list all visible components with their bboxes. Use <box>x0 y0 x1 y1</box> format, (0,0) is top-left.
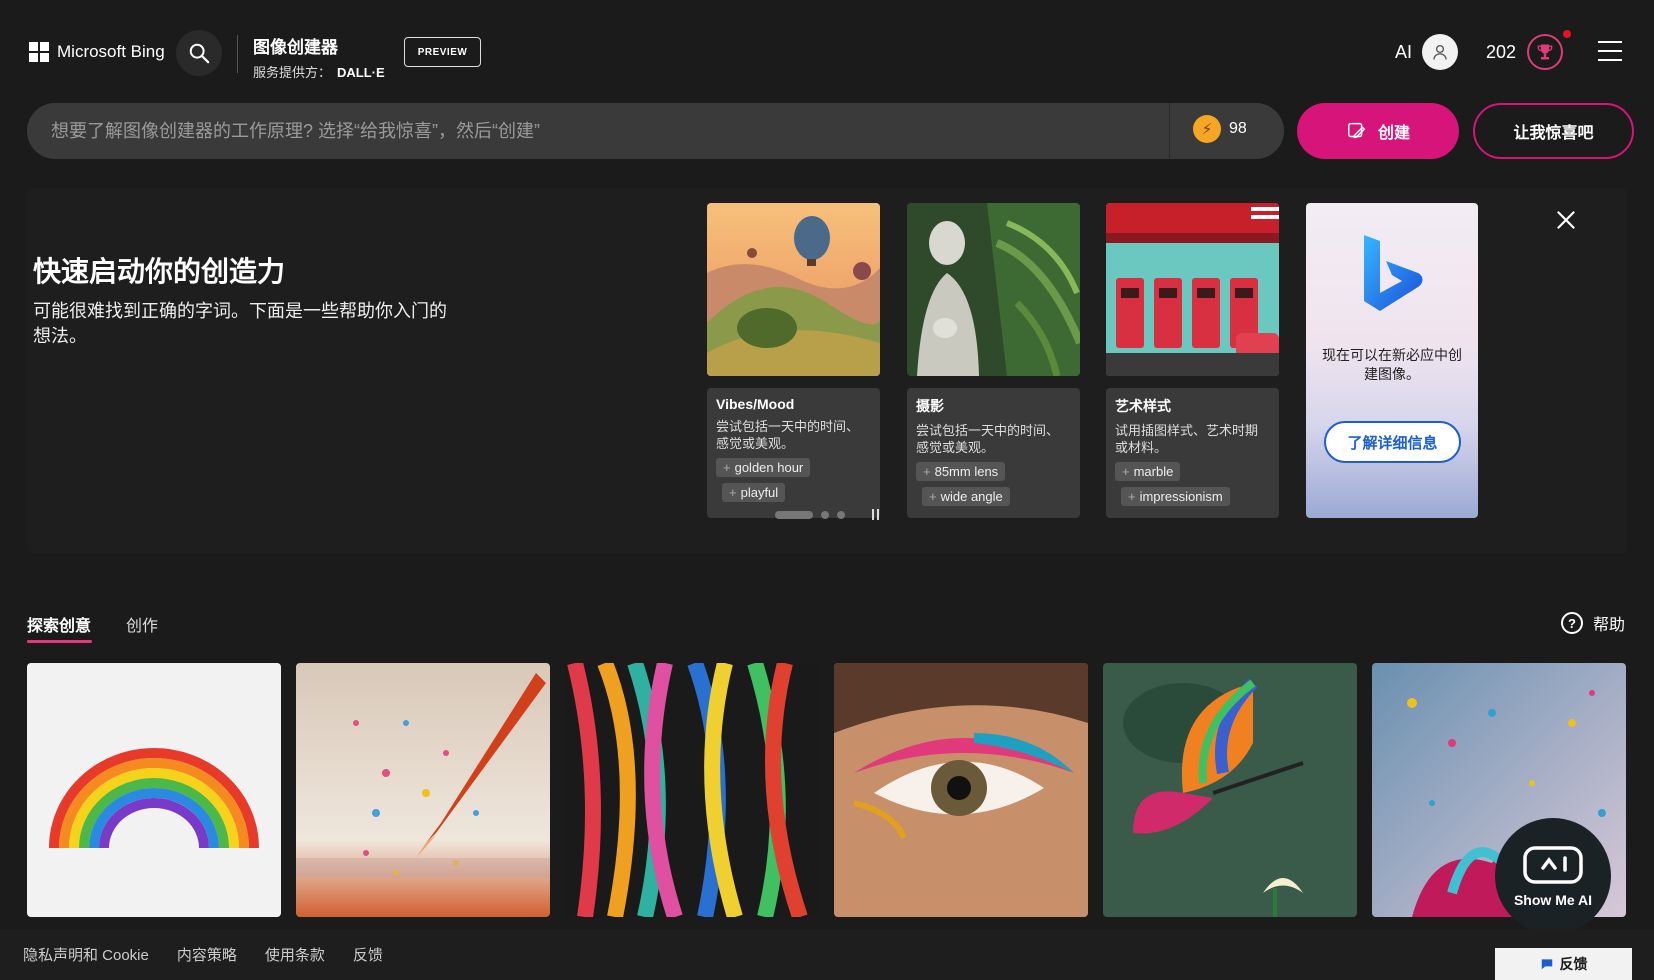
close-icon[interactable] <box>1553 207 1579 233</box>
user-icon <box>1433 44 1447 60</box>
logo-text: Microsoft Bing <box>57 42 165 61</box>
footer-link-privacy[interactable]: 隐私声明和 Cookie <box>23 944 149 965</box>
hamburger-menu-icon[interactable] <box>1598 41 1622 61</box>
ai-label: AI <box>1395 42 1413 62</box>
card-description: 试用插图样式、艺术时期或材料。 <box>1115 423 1259 455</box>
notification-dot <box>1563 30 1571 38</box>
feedback-label: 反馈 <box>1559 956 1588 972</box>
gallery-image-rainbow[interactable] <box>27 663 281 917</box>
card-description: 尝试包括一天中的时间、感觉或美观。 <box>916 423 1060 455</box>
rewards-count[interactable]: 202 <box>1486 42 1516 63</box>
show-me-ai-widget[interactable]: Show Me AI <box>1495 818 1611 934</box>
card-image-photography <box>907 203 1080 376</box>
chip-label: 85mm lens <box>934 464 999 479</box>
chip-label: impressionism <box>1139 489 1223 504</box>
show-me-ai-label: Show Me AI <box>1513 892 1593 908</box>
carousel-pager[interactable] <box>775 511 845 519</box>
card-description: 尝试包括一天中的时间、感觉或美观。 <box>716 419 860 451</box>
prompt-separator <box>1169 103 1170 159</box>
app-title: 图像创建器 <box>253 38 338 57</box>
chip-impressionism[interactable]: + impressionism <box>1121 487 1230 506</box>
create-label: 创建 <box>1377 125 1410 142</box>
idea-card-art-style[interactable]: 艺术样式 试用插图样式、艺术时期或材料。 + marble + impression… <box>1106 203 1279 518</box>
plus-icon: + <box>923 464 931 479</box>
footer-link-content-policy[interactable]: 内容策略 <box>177 944 237 965</box>
robot-icon <box>1523 846 1583 884</box>
card-title: 摄影 <box>916 398 944 414</box>
card-image-vibes <box>707 203 880 376</box>
provider-line: 服务提供方： DALL·E <box>253 62 385 81</box>
help-label: 帮助 <box>1593 617 1626 634</box>
plus-icon: + <box>723 460 731 475</box>
footer-link-feedback[interactable]: 反馈 <box>353 944 383 965</box>
rewards-button[interactable] <box>1527 34 1563 70</box>
trophy-icon <box>1537 44 1553 60</box>
gallery-image-ribbons[interactable] <box>565 663 819 917</box>
create-button[interactable]: 创建 <box>1297 103 1459 159</box>
preview-badge: PREVIEW <box>404 37 481 67</box>
idea-card-photography[interactable]: 摄影 尝试包括一天中的时间、感觉或美观。 +85mm lens + wide an… <box>907 203 1080 518</box>
card-image-art-style <box>1106 203 1279 376</box>
gallery-image-butterfly[interactable] <box>1103 663 1357 917</box>
plus-icon: + <box>929 489 937 504</box>
card-info-art-style: 艺术样式 试用插图样式、艺术时期或材料。 + marble + impression… <box>1106 388 1279 518</box>
surprise-me-button[interactable]: 让我惊喜吧 <box>1473 103 1634 159</box>
prompt-bar <box>27 103 1284 159</box>
provider-label: 服务提供方： <box>253 65 332 80</box>
pager-active[interactable] <box>775 511 813 519</box>
card-title: Vibes/Mood <box>716 396 795 412</box>
app-title-block: 图像创建器 服务提供方： DALL·E <box>253 33 385 81</box>
provider-name: DALL·E <box>337 65 385 80</box>
header-divider <box>237 35 238 73</box>
search-icon <box>189 43 210 64</box>
card-info-photography: 摄影 尝试包括一天中的时间、感觉或美观。 +85mm lens + wide an… <box>907 388 1080 518</box>
idea-card-vibes[interactable]: Vibes/Mood 尝试包括一天中的时间、感觉或美观。 + golden hou… <box>707 203 880 518</box>
promo-text: 现在可以在新必应中创建图像。 <box>1322 347 1462 382</box>
help-link[interactable]: ? 帮助 <box>1561 611 1625 635</box>
gallery-image-pencil[interactable] <box>296 663 550 917</box>
tab-create[interactable]: 创作 <box>126 612 158 636</box>
create-brush-icon <box>1348 122 1366 139</box>
chip-label: wide angle <box>940 489 1003 504</box>
promo-card: 现在可以在新必应中创建图像。 了解详细信息 <box>1306 203 1478 518</box>
plus-icon: + <box>729 485 737 500</box>
microsoft-logo-icon <box>29 42 49 62</box>
feedback-button[interactable]: 反馈 <box>1495 948 1632 980</box>
quickstart-title: 快速启动你的创造力 <box>33 256 286 287</box>
lightning-icon: ⚡ <box>1193 115 1221 143</box>
chip-golden-hour[interactable]: + golden hour <box>716 458 811 477</box>
learn-more-button[interactable]: 了解详细信息 <box>1324 421 1461 463</box>
tab-explore[interactable]: 探索创意 <box>27 612 91 636</box>
gallery-image-eye[interactable] <box>834 663 1088 917</box>
footer-link-terms[interactable]: 使用条款 <box>265 944 325 965</box>
help-icon: ? <box>1561 612 1583 634</box>
tab-active-indicator <box>27 640 92 643</box>
avatar[interactable] <box>1422 34 1458 70</box>
bing-logo-icon <box>1364 235 1423 311</box>
bing-logo[interactable]: Microsoft Bing <box>29 42 165 62</box>
card-title: 艺术样式 <box>1115 398 1171 414</box>
footer: 隐私声明和 Cookie 内容策略 使用条款 反馈 <box>0 929 1654 980</box>
feedback-icon <box>1541 959 1552 970</box>
plus-icon: + <box>1122 464 1130 479</box>
chip-label: golden hour <box>734 460 804 475</box>
boost-counter[interactable]: ⚡ 98 <box>1193 115 1247 143</box>
chip-85mm-lens[interactable]: +85mm lens <box>916 462 1006 481</box>
boost-count: 98 <box>1229 120 1247 137</box>
chip-wide-angle[interactable]: + wide angle <box>922 487 1010 506</box>
quickstart-description: 可能很难找到正确的字词。下面是一些帮助你入门的想法。 <box>33 301 447 346</box>
pager-dot[interactable] <box>821 511 829 519</box>
pager-dot[interactable] <box>837 511 845 519</box>
chip-label: playful <box>740 485 779 500</box>
pause-icon[interactable] <box>872 509 879 520</box>
header: Microsoft Bing 图像创建器 服务提供方： DALL·E PREVIE… <box>0 0 1654 100</box>
chip-playful[interactable]: + playful <box>722 483 786 502</box>
search-button[interactable] <box>176 30 222 76</box>
card-info-vibes: Vibes/Mood 尝试包括一天中的时间、感觉或美观。 + golden hou… <box>707 388 880 518</box>
chip-label: marble <box>1133 464 1174 479</box>
prompt-input[interactable] <box>51 103 1181 159</box>
chip-marble[interactable]: + marble <box>1115 462 1181 481</box>
plus-icon: + <box>1128 489 1136 504</box>
